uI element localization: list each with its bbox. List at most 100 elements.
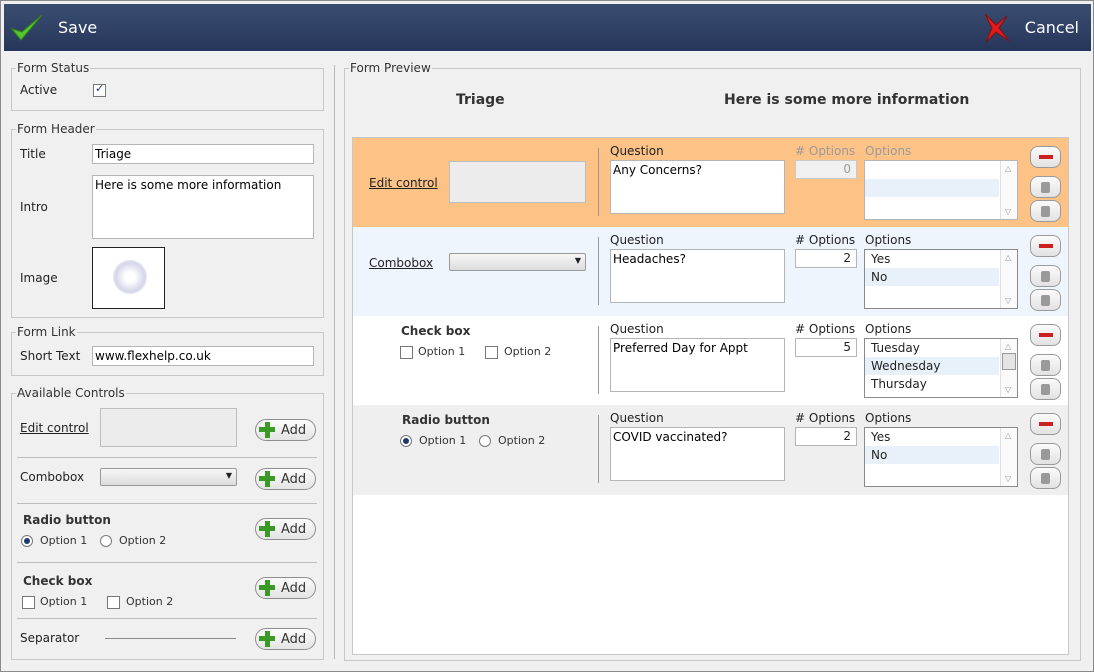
option-item[interactable]: No (865, 268, 999, 286)
add-combobox-button[interactable]: Add (255, 468, 316, 490)
num-options-label: # Options (795, 322, 856, 336)
question-label: Question (610, 144, 664, 158)
add-check-box-button[interactable]: Add (255, 577, 316, 599)
check-option-2[interactable] (107, 596, 120, 609)
check-option-1[interactable] (22, 596, 35, 609)
num-options-input[interactable]: 5 (795, 338, 857, 357)
delete-row-button[interactable] (1030, 324, 1061, 346)
scroll-up-icon: △ (1005, 253, 1012, 262)
question-row-edit-control[interactable]: Edit control Question Any Concerns? # Op… (353, 138, 1068, 227)
combobox-sample[interactable] (100, 468, 237, 486)
options-list[interactable]: Yes No △ ▽ (864, 427, 1018, 487)
move-down-button[interactable] (1030, 200, 1061, 222)
row-type-label: Check box (401, 324, 471, 338)
option-item[interactable]: Yes (865, 250, 999, 268)
radio-option-2[interactable] (479, 435, 491, 447)
question-row-radio-button[interactable]: Radio button Option 1 Option 2 Question … (353, 405, 1068, 495)
move-up-button[interactable] (1030, 354, 1061, 376)
move-up-button[interactable] (1030, 443, 1061, 465)
option-item[interactable]: Thursday (865, 375, 999, 393)
question-label: Question (610, 233, 664, 247)
title-input[interactable]: Triage (92, 144, 314, 164)
delete-row-button[interactable] (1030, 413, 1061, 435)
num-options-input[interactable]: 2 (795, 427, 857, 446)
options-list: △ ▽ (864, 160, 1018, 220)
option-item[interactable] (865, 286, 999, 304)
intro-label: Intro (20, 200, 48, 214)
radio-option-1[interactable] (21, 535, 33, 547)
add-separator-button[interactable]: Add (255, 628, 316, 650)
short-text-input[interactable]: www.flexhelp.co.uk (92, 346, 314, 366)
intro-textarea[interactable]: Here is some more information (92, 175, 314, 239)
image-picker[interactable] (92, 247, 165, 309)
toolbar: Save Cancel (4, 4, 1091, 51)
add-label: Add (281, 521, 307, 537)
edit-control-sample (449, 161, 586, 203)
scroll-thumb[interactable] (1002, 353, 1016, 370)
check-box-label: Check box (23, 574, 93, 588)
check-option-1-label: Option 1 (418, 345, 466, 358)
radio-option-1-label: Option 1 (40, 534, 88, 547)
divider (598, 148, 599, 216)
combobox-label: Combobox (20, 470, 85, 484)
scroll-up-icon: △ (1005, 342, 1012, 351)
question-row-combobox[interactable]: Combobox Question Headaches? # Options 2… (353, 227, 1068, 316)
option-item[interactable]: No (865, 446, 999, 464)
divider (598, 415, 599, 483)
options-scrollbar[interactable]: △ ▽ (1000, 250, 1017, 308)
delete-row-button[interactable] (1030, 235, 1061, 257)
add-label: Add (281, 471, 307, 487)
plus-icon (259, 422, 275, 438)
delete-row-button[interactable] (1030, 146, 1061, 168)
scroll-down-icon: ▽ (1005, 474, 1012, 483)
num-options-input[interactable]: 2 (795, 249, 857, 268)
question-input[interactable]: Any Concerns? (610, 160, 785, 214)
preview-intro: Here is some more information (724, 92, 970, 108)
save-button[interactable]: Save (10, 4, 97, 51)
scroll-up-icon: △ (1005, 164, 1012, 173)
question-input[interactable]: Preferred Day for Appt (610, 338, 785, 392)
radio-option-2-label: Option 2 (498, 434, 546, 447)
check-option-1[interactable] (400, 346, 413, 359)
add-edit-control-button[interactable]: Add (255, 419, 316, 441)
num-options-label: # Options (795, 233, 856, 247)
radio-option-1-label: Option 1 (419, 434, 467, 447)
move-down-button[interactable] (1030, 378, 1061, 400)
options-list[interactable]: Yes No △ ▽ (864, 249, 1018, 309)
option-item[interactable]: Yes (865, 428, 999, 446)
combobox-sample[interactable] (449, 253, 586, 271)
move-up-button[interactable] (1030, 265, 1061, 287)
radio-option-2[interactable] (100, 535, 112, 547)
options-scrollbar[interactable]: △ ▽ (1000, 161, 1017, 219)
cancel-button[interactable]: Cancel (981, 4, 1079, 51)
add-label: Add (281, 422, 307, 438)
option-item (865, 179, 999, 197)
active-checkbox[interactable] (93, 82, 106, 97)
move-up-button[interactable] (1030, 176, 1061, 198)
option-item[interactable] (865, 464, 999, 482)
separator-sample (105, 638, 236, 639)
options-label: Options (865, 144, 912, 158)
question-input[interactable]: Headaches? (610, 249, 785, 303)
options-label: Options (865, 411, 912, 425)
add-radio-button-button[interactable]: Add (255, 518, 316, 540)
num-options-label: # Options (795, 144, 856, 158)
move-down-button[interactable] (1030, 289, 1061, 311)
radio-option-1[interactable] (400, 435, 412, 447)
form-status-legend: Form Status (17, 61, 90, 75)
row-type-label: Edit control (369, 176, 438, 190)
option-item[interactable]: Tuesday (865, 339, 999, 357)
check-option-2[interactable] (485, 346, 498, 359)
row-type-label: Radio button (402, 413, 490, 427)
short-text-label: Short Text (20, 349, 81, 363)
move-down-button[interactable] (1030, 467, 1061, 489)
options-list[interactable]: Tuesday Wednesday Thursday △ ▽ (864, 338, 1018, 398)
question-input[interactable]: COVID vaccinated? (610, 427, 785, 481)
option-item[interactable]: Wednesday (865, 357, 999, 375)
options-scrollbar[interactable]: △ ▽ (1000, 339, 1017, 397)
plus-icon (259, 580, 275, 596)
panel-splitter[interactable] (334, 65, 335, 659)
plus-icon (259, 471, 275, 487)
question-row-check-box[interactable]: Check box Option 1 Option 2 Question Pre… (353, 316, 1068, 405)
options-scrollbar[interactable]: △ ▽ (1000, 428, 1017, 486)
